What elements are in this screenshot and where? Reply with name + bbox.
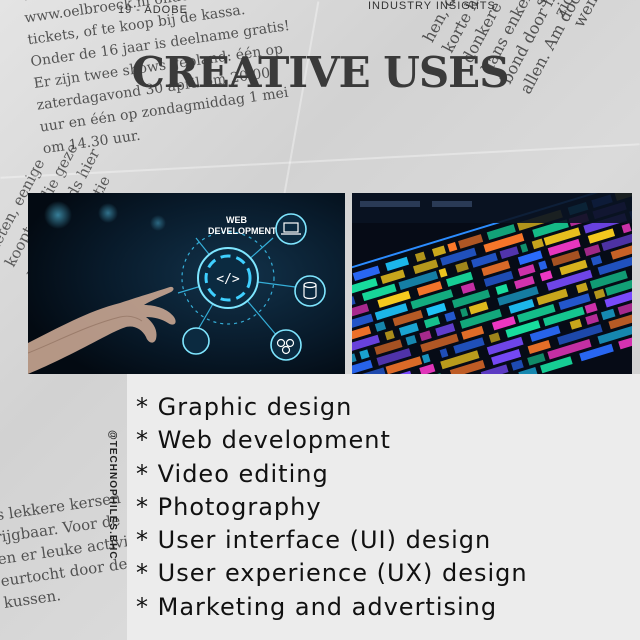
web-development-illustration: </> WEB DEVELOPMENT: [28, 193, 345, 374]
video-timeline-illustration: [352, 193, 632, 374]
code-hub-icon: </>: [197, 247, 259, 309]
web-development-photo: </> WEB DEVELOPMENT: [28, 193, 345, 374]
series-tag: 19 - ADOBE: [118, 4, 188, 16]
list-item: * User experience (UX) design: [136, 559, 528, 588]
video-editing-photo: [352, 193, 632, 374]
settings-icon: [270, 329, 302, 361]
list-item: * Graphic design: [136, 393, 353, 421]
web-label-line2: DEVELOPMENT: [208, 226, 277, 236]
author-handle: @TECHNOPHILES.BHC: [107, 430, 124, 560]
list-item: * User interface (UI) design: [136, 526, 492, 555]
bokeh-light: [150, 215, 166, 231]
bokeh-light: [98, 203, 118, 223]
author-handle-text: @TECHNOPHILES.BHC: [107, 430, 118, 560]
web-label-line1: WEB: [226, 215, 247, 225]
list-item: * Web development: [136, 426, 391, 455]
toolbar-strip: [432, 201, 472, 207]
uses-list: * Graphic design * Web development * Vid…: [136, 391, 528, 624]
bokeh-light: [44, 201, 72, 229]
laptop-icon: [275, 213, 307, 245]
list-item: * Photography: [136, 492, 322, 521]
page-title: CREATIVE USES: [131, 48, 509, 97]
category-tag: INDUSTRY INSIGHTS: [368, 0, 496, 12]
poster: vw 19 t/m 30 april 2000 www.oelbroeck.nl…: [0, 0, 640, 640]
toolbar-strip: [360, 201, 420, 207]
network-icon: [182, 327, 210, 355]
list-item: * Video editing: [136, 459, 329, 488]
svg-text:</>: </>: [216, 272, 240, 287]
list-item: * Marketing and advertising: [136, 592, 498, 621]
database-icon: [294, 275, 326, 307]
